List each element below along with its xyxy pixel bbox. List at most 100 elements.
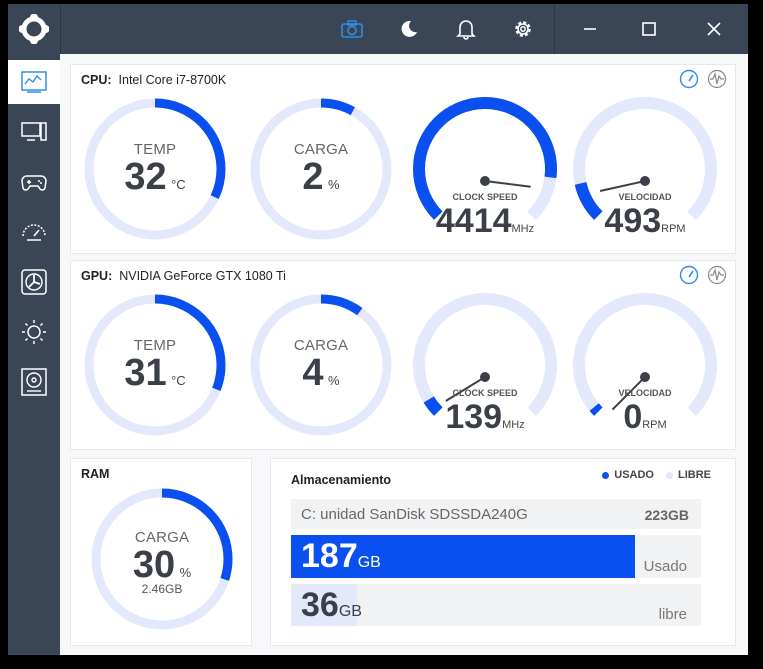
used-readout: 187GB xyxy=(301,537,381,576)
gear-icon[interactable] xyxy=(498,4,548,54)
cpu-fan-needle xyxy=(599,180,646,193)
cpu-panel-actions xyxy=(679,69,727,89)
ram-readout: CARGA 30 % 2.46GB xyxy=(88,529,236,596)
used-label: Usado xyxy=(643,558,687,575)
gpu-title: GPU: NVIDIA GeForce GTX 1080 Ti xyxy=(81,269,286,283)
used-bar-track: 187GB Usado xyxy=(291,535,701,578)
cpu-temp-readout: TEMP 32 °C xyxy=(81,141,229,196)
gpu-temp-readout: TEMP 31 °C xyxy=(81,337,229,392)
gpu-load-value: 4 xyxy=(302,352,324,394)
gpu-label: GPU: xyxy=(81,269,113,283)
ram-panel: RAM CARGA 30 % 2.46GB xyxy=(70,458,252,646)
cpu-fan-value: 493 xyxy=(604,202,662,240)
camera-icon[interactable] xyxy=(327,4,377,54)
drive-name: C: unidad SanDisk SDSSDA240G xyxy=(301,506,528,523)
speedometer-icon[interactable] xyxy=(679,265,699,285)
ram-title: RAM xyxy=(81,467,110,481)
drive-icon xyxy=(21,368,47,396)
gpu-clock-pivot xyxy=(480,372,490,382)
cpu-clock-unit: MHz xyxy=(511,223,535,235)
storage-legend: USADO LIBRE xyxy=(602,469,711,481)
cpu-load-value: 2 xyxy=(302,156,324,198)
used-unit: GB xyxy=(357,554,381,571)
cpu-label: CPU: xyxy=(81,73,112,87)
used-bar-fill: 187GB xyxy=(291,535,635,578)
sidebar-item-lighting[interactable] xyxy=(8,310,60,354)
monitor-icon xyxy=(21,122,47,141)
sidebar-item-performance[interactable] xyxy=(8,210,60,254)
gpu-clock-unit: MHz xyxy=(502,419,525,431)
gpu-fan-readout: 0RPM xyxy=(571,398,719,437)
title-separator xyxy=(554,4,555,54)
sidebar-item-gaming[interactable] xyxy=(8,160,60,204)
cpu-load-readout: CARGA 2 % xyxy=(247,141,395,196)
free-readout: 36GB xyxy=(301,586,362,625)
gpu-clock-label: CLOCK SPEED xyxy=(452,388,518,398)
gpu-clock-value: 139 xyxy=(445,398,503,436)
cpu-load-unit: % xyxy=(328,177,340,192)
ram-load-value: 30 xyxy=(132,544,176,586)
cpu-fan-readout: 493RPM xyxy=(571,202,719,241)
legend-free-label: LIBRE xyxy=(678,469,711,481)
sidebar-item-storage[interactable] xyxy=(8,360,60,404)
storage-panel: Almacenamiento USADO LIBRE C: unidad San… xyxy=(270,458,736,646)
gpu-fan-pivot xyxy=(640,372,650,382)
gpu-temp-unit: °C xyxy=(171,373,186,388)
cpu-title: CPU: Intel Core i7-8700K xyxy=(81,73,226,87)
dashboard-icon xyxy=(21,71,47,93)
cpu-clock-value: 4414 xyxy=(435,202,512,240)
sidebar-item-dashboard[interactable] xyxy=(8,60,60,104)
minimize-icon[interactable] xyxy=(565,4,615,54)
app-window: CPU: Intel Core i7-8700K TEMP 32 °C CARG… xyxy=(8,4,748,655)
title-bar xyxy=(8,4,748,54)
cpu-temp-unit: °C xyxy=(171,177,186,192)
free-value: 36 xyxy=(301,586,339,624)
cpu-clock-readout: 4414MHz xyxy=(411,202,559,241)
sidebar-item-monitor[interactable] xyxy=(8,110,60,154)
cpu-clock-pivot xyxy=(480,176,490,186)
cpu-temp-value: 32 xyxy=(124,156,167,198)
dashboard-content: CPU: Intel Core i7-8700K TEMP 32 °C CARG… xyxy=(60,54,748,655)
sidebar xyxy=(8,54,60,655)
drive-header[interactable]: C: unidad SanDisk SDSSDA240G 223GB xyxy=(291,499,701,529)
free-label: libre xyxy=(658,606,687,623)
gpu-temp-value: 31 xyxy=(124,352,167,394)
cpu-fan-pivot xyxy=(640,176,650,186)
ram-used-amount: 2.46GB xyxy=(141,582,183,596)
title-separator xyxy=(60,4,61,54)
cpu-fan-unit: RPM xyxy=(661,223,686,235)
cpu-name: Intel Core i7-8700K xyxy=(118,73,227,87)
gpu-load-readout: CARGA 4 % xyxy=(247,337,395,392)
gpu-fan-unit: RPM xyxy=(642,419,667,431)
legend-free: LIBRE xyxy=(666,469,711,481)
gpu-panel-actions xyxy=(679,265,727,285)
close-icon[interactable] xyxy=(689,4,739,54)
speedometer-icon xyxy=(22,224,46,241)
waveform-icon[interactable] xyxy=(707,69,727,89)
cpu-fan-label: VELOCIDAD xyxy=(618,192,672,202)
cpu-clock-label: CLOCK SPEED xyxy=(452,192,518,202)
waveform-icon[interactable] xyxy=(707,265,727,285)
gpu-fan-label: VELOCIDAD xyxy=(618,388,672,398)
fan-icon xyxy=(21,269,47,295)
cpu-panel: CPU: Intel Core i7-8700K TEMP 32 °C CARG… xyxy=(70,64,736,254)
sun-icon xyxy=(22,320,46,344)
legend-used: USADO xyxy=(602,469,654,481)
gpu-panel: GPU: NVIDIA GeForce GTX 1080 Ti TEMP 31 … xyxy=(70,260,736,450)
app-logo-icon[interactable] xyxy=(8,4,60,54)
cpu-clock-needle xyxy=(484,180,531,188)
sidebar-item-fans[interactable] xyxy=(8,260,60,304)
moon-icon[interactable] xyxy=(384,4,434,54)
gpu-load-unit: % xyxy=(328,373,340,388)
gpu-fan-value: 0 xyxy=(623,398,643,436)
storage-title: Almacenamiento xyxy=(291,473,392,487)
gpu-name: NVIDIA GeForce GTX 1080 Ti xyxy=(119,269,286,283)
drive-total: 223GB xyxy=(644,507,689,523)
legend-used-label: USADO xyxy=(614,469,654,481)
gamepad-icon xyxy=(21,175,47,191)
bell-icon[interactable] xyxy=(441,4,491,54)
free-unit: GB xyxy=(338,603,362,620)
used-dot-icon xyxy=(602,471,610,479)
speedometer-icon[interactable] xyxy=(679,69,699,89)
maximize-icon[interactable] xyxy=(624,4,674,54)
